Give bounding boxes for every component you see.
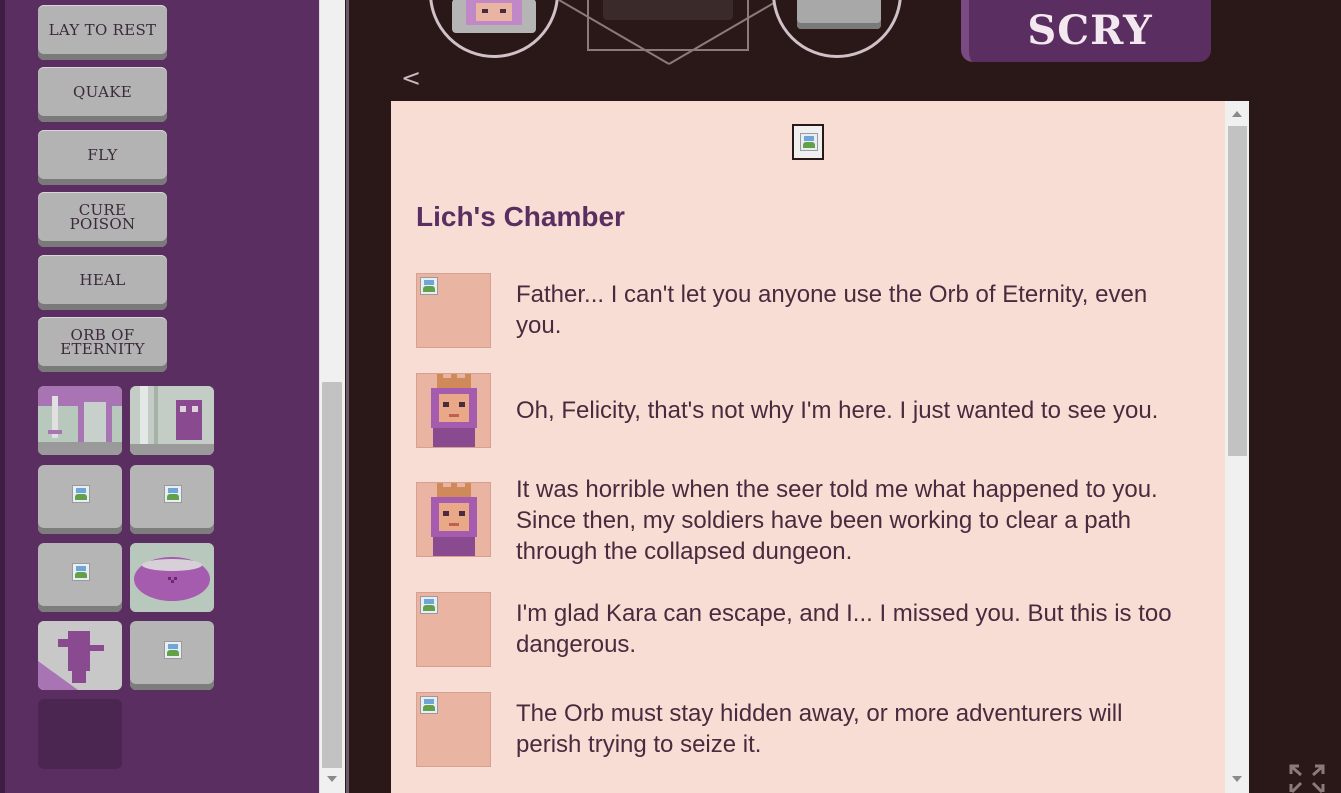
- spell-label: FLY: [87, 145, 118, 164]
- spell-label-line-2: POISON: [69, 214, 136, 233]
- sidebar-scrollbar-thumb[interactable]: [322, 382, 342, 768]
- dialog-scrollbar-thumb[interactable]: [1228, 126, 1247, 456]
- message-text: I'm glad Kara can escape, and I... I mis…: [516, 600, 1172, 658]
- spell-button-cure-poison[interactable]: CURE POISON: [38, 192, 167, 247]
- center-screen: [603, 0, 733, 20]
- king-portrait-icon: [452, 0, 536, 33]
- scry-button[interactable]: SCRY: [961, 0, 1211, 62]
- right-portrait-slot: [797, 0, 881, 29]
- broken-image-icon: [72, 563, 90, 581]
- dragon-icon: [38, 621, 122, 690]
- inventory-sidebar: LAY TO REST QUAKE FLY CURE POISON HEAL O…: [0, 0, 319, 793]
- spell-button-heal[interactable]: HEAL: [38, 255, 167, 310]
- item-tile-8[interactable]: [130, 621, 214, 690]
- broken-image-icon: [72, 485, 90, 503]
- spell-button-fly[interactable]: FLY: [38, 130, 167, 185]
- broken-image-icon: [420, 596, 438, 614]
- broken-image-icon: [164, 641, 182, 659]
- item-tile-imp[interactable]: [130, 386, 214, 455]
- broken-image-icon: [420, 277, 438, 295]
- crowned-king-icon: [431, 483, 477, 556]
- imp-creature-icon: [130, 386, 214, 455]
- right-portrait-ring: [772, 0, 902, 58]
- left-portrait-ring: [429, 0, 559, 58]
- spell-button-orb-of-eternity[interactable]: ORB OF ETERNITY: [38, 317, 167, 372]
- message-text: Father... I can't let you anyone use the…: [516, 281, 1148, 339]
- item-tile-5[interactable]: [38, 543, 122, 612]
- king-avatar: [416, 482, 491, 557]
- item-tile-3[interactable]: [38, 465, 122, 534]
- room-title: Lich's Chamber: [416, 201, 625, 232]
- speaker-avatar: [416, 592, 491, 667]
- dialog-scroll-up-icon[interactable]: [1232, 111, 1242, 117]
- dialog-panel: Lich's Chamber Father... I can't let you…: [391, 101, 1225, 793]
- game-area: SCRY < Lich's Chamber Father... I can't …: [346, 0, 1341, 793]
- broken-image-icon: [420, 696, 438, 714]
- spell-label: LAY TO REST: [48, 20, 157, 39]
- fullscreen-icon[interactable]: [1287, 762, 1327, 793]
- spell-label: QUAKE: [73, 82, 132, 101]
- speaker-avatar: [416, 692, 491, 767]
- item-tile-4[interactable]: [130, 465, 214, 534]
- king-avatar: [416, 373, 491, 448]
- sidebar-scroll-down-icon[interactable]: [327, 776, 337, 782]
- crowned-king-icon: [431, 374, 477, 447]
- spell-button-lay-to-rest[interactable]: LAY TO REST: [38, 5, 167, 60]
- back-button[interactable]: <: [401, 64, 421, 92]
- speaker-avatar: [416, 273, 491, 348]
- broken-image-icon: [800, 133, 818, 151]
- message-text: It was horrible when the seer told me wh…: [516, 476, 1158, 565]
- item-tile-sword-door[interactable]: [38, 386, 122, 455]
- spell-button-quake[interactable]: QUAKE: [38, 67, 167, 122]
- spell-label: HEAL: [79, 270, 126, 289]
- sword-door-icon: [38, 386, 122, 455]
- message-text: Oh, Felicity, that's not why I'm here. I…: [516, 397, 1159, 424]
- message-text: The Orb must stay hidden away, or more a…: [516, 700, 1123, 758]
- broken-image-icon: [164, 485, 182, 503]
- dialog-scroll-down-icon[interactable]: [1232, 776, 1242, 782]
- item-tile-dragon[interactable]: [38, 621, 122, 690]
- scry-label: SCRY: [1027, 6, 1153, 54]
- location-image: [792, 124, 824, 160]
- empty-item-slot[interactable]: [38, 699, 122, 769]
- portal-disc-icon: [130, 543, 214, 612]
- item-tile-portal[interactable]: [130, 543, 214, 612]
- spell-label-line-2: ETERNITY: [60, 339, 145, 358]
